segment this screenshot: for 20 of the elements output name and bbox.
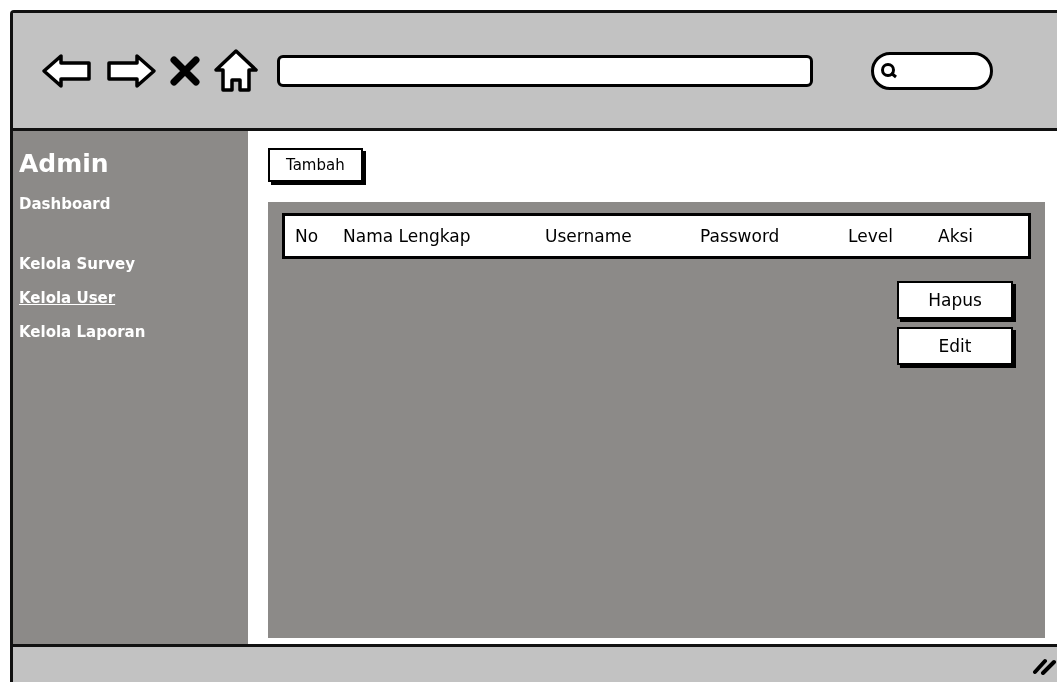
sidebar-link[interactable]: Kelola Survey bbox=[19, 252, 248, 276]
add-button[interactable]: Tambah bbox=[268, 148, 363, 182]
close-icon[interactable] bbox=[169, 54, 201, 87]
column-header: Level bbox=[848, 226, 894, 246]
column-header: Nama Lengkap bbox=[343, 226, 472, 246]
action-button[interactable]: Edit bbox=[897, 327, 1013, 365]
column-header: Username bbox=[545, 226, 633, 246]
column-header: Password bbox=[700, 226, 781, 246]
column-header: No bbox=[295, 226, 320, 246]
column-header: Aksi bbox=[938, 226, 975, 246]
sidebar-title: Admin bbox=[19, 149, 110, 178]
search-icon bbox=[880, 61, 898, 80]
sidebar-link[interactable]: Kelola User bbox=[19, 286, 248, 310]
home-icon[interactable] bbox=[213, 47, 259, 94]
sidebar-link[interactable]: Kelola Laporan bbox=[19, 320, 248, 344]
resize-grip-icon[interactable] bbox=[1032, 657, 1057, 675]
search-field[interactable] bbox=[871, 51, 993, 90]
action-button[interactable]: Hapus bbox=[897, 281, 1013, 319]
sidebar-link[interactable]: Dashboard bbox=[19, 192, 248, 216]
address-bar[interactable] bbox=[277, 54, 813, 87]
